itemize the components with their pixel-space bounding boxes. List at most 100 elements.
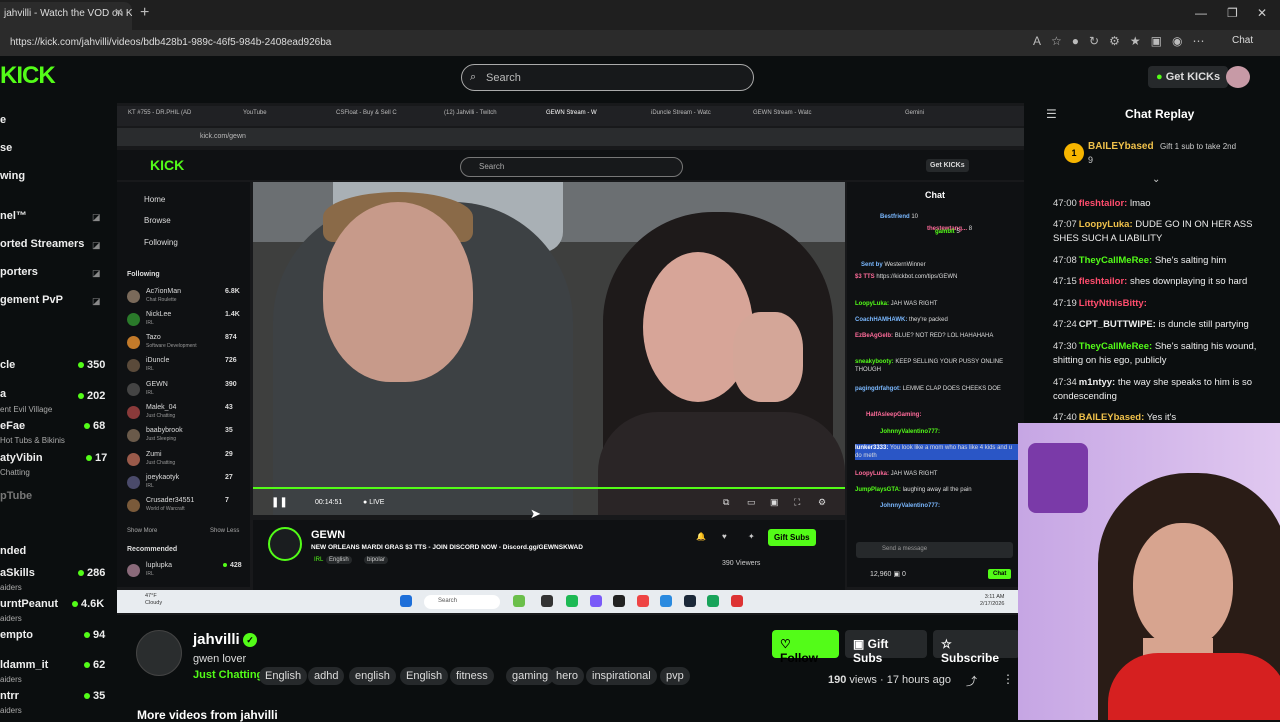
channel-name[interactable]: ldamm_it <box>0 659 48 671</box>
chat-message: 47:07 LoopyLuka: DUDE GO IN ON HER ASS SH… <box>1053 218 1258 246</box>
follow-button[interactable]: ♡ Follow <box>772 630 839 665</box>
browser-toolbar: A ☆ ● ↻ ⚙ ★ ▣ ◉ ⋯ <box>1033 34 1204 48</box>
viewer-count: 286 <box>78 567 105 579</box>
channel-name[interactable]: aSkills <box>0 567 35 579</box>
inner-channel-name: baabybrook <box>146 427 183 434</box>
tag[interactable]: hero <box>550 667 585 685</box>
chat-username[interactable]: m1ntyy: <box>1079 377 1115 388</box>
category-link[interactable]: Just Chatting <box>193 669 263 681</box>
nav-following[interactable]: wing <box>0 170 25 182</box>
channel-name[interactable]: a <box>0 388 6 400</box>
inner-nav-browse: Browse <box>144 216 171 225</box>
sidebar-item[interactable]: gement PvP <box>0 294 63 306</box>
new-tab-icon[interactable]: + <box>140 4 149 22</box>
inner-chat-message: JohnnyValentino777: <box>880 429 941 435</box>
inner-chat-message: CoachHAMHAWK: they're packed <box>855 317 948 323</box>
taskbar-app-icon <box>590 595 602 607</box>
subscribe-button[interactable]: ☆ Subscribe <box>933 630 1020 665</box>
inner-channel-name: GEWN <box>146 381 168 388</box>
copilot-chat-button[interactable]: Chat <box>1232 35 1253 46</box>
channel-name[interactable]: urntPeanut <box>0 598 58 610</box>
sidebar-item[interactable]: orted Streamers <box>0 238 84 250</box>
profile-icon[interactable]: ◉ <box>1172 34 1182 48</box>
chat-username[interactable]: CPT_BUTTWIPE: <box>1079 319 1156 330</box>
chat-username[interactable]: LittyNthisBitty: <box>1079 298 1147 309</box>
inner-channel-avatar <box>127 359 140 372</box>
get-kicks-button[interactable]: ● Get KICKs <box>1148 66 1229 88</box>
gift-subs-button[interactable]: ▣ Gift Subs <box>845 630 927 665</box>
live-indicator: ● LIVE <box>363 499 385 506</box>
inner-channel-sub: Software Development <box>146 343 197 349</box>
chat-timestamp: 47:08 <box>1053 255 1077 266</box>
inner-points: 12,960 ▣ 0 <box>870 571 906 578</box>
chat-username[interactable]: TheyCallMeRee: <box>1079 341 1152 352</box>
channel-name[interactable]: ntrr <box>0 690 19 702</box>
tag[interactable]: fitness <box>450 667 494 685</box>
chat-username[interactable]: TheyCallMeRee: <box>1079 255 1152 266</box>
channel-name[interactable]: jahvilli <box>193 631 240 648</box>
channel-avatar[interactable] <box>136 630 182 676</box>
restore-icon[interactable]: ❐ <box>1227 6 1238 20</box>
kicks-icon: ● <box>1156 71 1166 83</box>
inner-channel-avatar <box>127 313 140 326</box>
chat-username[interactable]: BAILEYbased: <box>1079 412 1144 423</box>
search-input[interactable]: ⌕ Search <box>461 64 754 91</box>
pip-icon: ▣ <box>770 497 779 507</box>
chat-timestamp: 47:00 <box>1053 198 1077 209</box>
inner-chat-message: Sent by WesternWinner <box>861 262 926 268</box>
channel-name[interactable]: atyVibin <box>0 452 43 464</box>
read-aloud-icon[interactable]: A <box>1033 34 1041 48</box>
sidebar-item[interactable]: porters <box>0 266 38 278</box>
tag[interactable]: inspirational <box>586 667 657 685</box>
video-progress-bar[interactable] <box>253 487 845 489</box>
channel-name[interactable]: eFae <box>0 420 25 432</box>
chat-text: lmao <box>1129 198 1151 209</box>
bell-icon: 🔔 <box>696 532 706 541</box>
tag[interactable]: pvp <box>660 667 690 685</box>
close-window-icon[interactable]: ✕ <box>1257 6 1267 20</box>
tag[interactable]: english <box>349 667 396 685</box>
more-options-icon[interactable]: ⋮ <box>1002 672 1014 686</box>
mouse-cursor-icon: ➤ <box>530 506 541 521</box>
pin-icon: ◪ <box>92 240 101 250</box>
nav-home[interactable]: e <box>0 114 6 126</box>
kick-logo[interactable]: KICK <box>0 62 56 90</box>
close-tab-icon[interactable]: ✕ <box>114 6 123 19</box>
channel-name[interactable]: pTube <box>0 490 32 502</box>
inner-viewer-count: 726 <box>225 357 237 364</box>
url-text[interactable]: https://kick.com/jahvilli/videos/bdb428b… <box>10 37 331 48</box>
tag[interactable]: English <box>259 667 308 685</box>
user-avatar[interactable] <box>1226 66 1250 88</box>
tag[interactable]: adhd <box>308 667 345 685</box>
chat-username[interactable]: fleshtailor: <box>1079 198 1128 209</box>
refresh-extension-icon[interactable]: ↻ <box>1089 34 1099 48</box>
chat-replay-title: Chat Replay <box>1125 107 1195 121</box>
browser-tab[interactable]: jahvilli - Watch the VOD on Ki <box>0 2 132 30</box>
puzzle-icon[interactable]: ⚙ <box>1109 34 1120 48</box>
sidebar-item[interactable]: nel™ <box>0 210 27 222</box>
inner-channel-avatar <box>127 476 140 489</box>
chat-username[interactable]: LoopyLuka: <box>1079 219 1133 230</box>
pause-icon[interactable]: ❚❚ <box>271 497 288 508</box>
channel-name[interactable]: empto <box>0 629 33 641</box>
viewer-count: 202 <box>78 390 105 402</box>
chat-username[interactable]: fleshtailor: <box>1079 276 1128 287</box>
favorite-icon[interactable]: ☆ <box>1051 34 1062 48</box>
nav-browse[interactable]: se <box>0 142 12 154</box>
inner-tab: GEWN Stream - Watc <box>753 110 812 116</box>
expand-icon[interactable]: ⌄ <box>1152 174 1160 185</box>
viewer-count: 62 <box>84 659 105 671</box>
share-icon[interactable]: ⤴ <box>966 673 977 689</box>
extension-icon[interactable]: ● <box>1072 34 1079 48</box>
more-icon[interactable]: ⋯ <box>1192 34 1204 48</box>
collapse-chat-icon[interactable]: ☰ <box>1046 107 1057 121</box>
favorites-bar-icon[interactable]: ★ <box>1130 34 1141 48</box>
channel-name[interactable]: cle <box>0 359 15 371</box>
pinned-user[interactable]: BAILEYbased <box>1088 141 1154 152</box>
viewer-count: 35 <box>84 690 105 702</box>
channel-category: Chatting <box>0 468 30 477</box>
tag[interactable]: English <box>400 667 449 685</box>
tag[interactable]: gaming <box>506 667 555 685</box>
collections-icon[interactable]: ▣ <box>1151 34 1162 48</box>
minimize-icon[interactable]: — <box>1195 6 1207 20</box>
